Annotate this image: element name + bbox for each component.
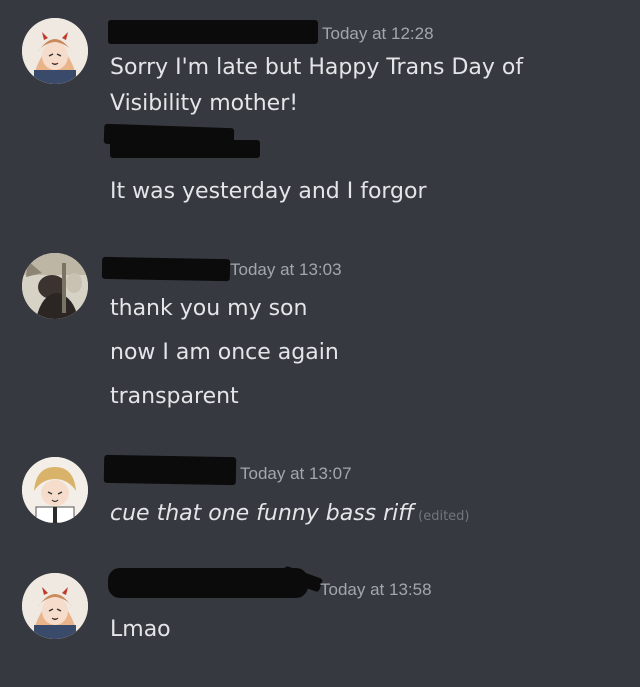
- timestamp: Today at 12:28: [322, 24, 434, 43]
- redacted-username: [101, 256, 231, 282]
- redacted-username: [110, 140, 260, 158]
- message-text: transparent: [110, 384, 239, 409]
- message-text: cue that one funny bass riff (edited): [110, 500, 470, 531]
- redacted-username: [108, 20, 318, 44]
- anime-girl-horns-icon: [22, 573, 88, 639]
- message-text: Visibility mother!: [110, 91, 299, 116]
- timestamp: Today at 13:03: [230, 260, 342, 279]
- user-avatar[interactable]: [22, 573, 88, 639]
- edited-label: (edited): [418, 509, 470, 524]
- chat-view: { "messages": [ { "author_avatar": "anim…: [0, 0, 640, 687]
- message-text: Sorry I'm late but Happy Trans Day of: [110, 55, 524, 80]
- dark-character-icon: [22, 253, 88, 319]
- message-text-body: cue that one funny bass riff: [110, 501, 415, 526]
- user-avatar[interactable]: [22, 457, 88, 523]
- user-avatar[interactable]: [22, 253, 88, 319]
- message-text: Lmao: [110, 617, 171, 642]
- message-text: It was yesterday and I forgor: [110, 179, 427, 204]
- blonde-boy-icon: [22, 457, 88, 523]
- message-text: thank you my son: [110, 296, 308, 321]
- message-text: now I am once again: [110, 340, 339, 365]
- timestamp: Today at 13:58: [320, 580, 432, 599]
- timestamp: Today at 13:07: [240, 464, 352, 483]
- redacted-username: [108, 568, 308, 598]
- redacted-username: [103, 454, 237, 486]
- user-avatar[interactable]: [22, 18, 88, 84]
- anime-girl-horns-icon: [22, 18, 88, 84]
